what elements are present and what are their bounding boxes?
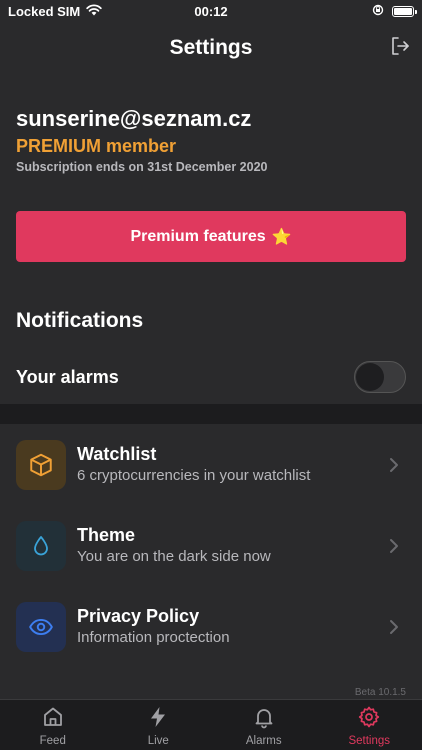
cube-icon xyxy=(16,439,66,490)
orientation-lock-icon xyxy=(372,4,384,19)
version-label: Beta 10.1.5 xyxy=(354,687,406,698)
status-right xyxy=(372,4,417,19)
settings-list: Watchlist 6 cryptocurrencies in your wat… xyxy=(0,424,422,667)
page-title: Settings xyxy=(169,36,253,59)
status-left: Locked SIM xyxy=(8,4,102,19)
list-item-subtitle: Information proctection xyxy=(77,628,230,646)
gear-icon xyxy=(357,705,381,732)
logout-button[interactable] xyxy=(388,36,412,60)
list-item-text: Privacy Policy Information proctection xyxy=(77,605,406,649)
chevron-right-icon xyxy=(388,619,400,635)
premium-features-button[interactable]: Premium features ⭐ xyxy=(16,211,406,262)
notifications-title: Notifications xyxy=(16,309,144,332)
list-item-text: Watchlist 6 cryptocurrencies in your wat… xyxy=(77,443,406,487)
tab-alarms[interactable]: Alarms xyxy=(211,700,317,750)
chevron-right-icon xyxy=(388,457,400,473)
list-item-theme[interactable]: Theme You are on the dark side now xyxy=(0,505,422,586)
chevron-right-icon xyxy=(388,538,400,554)
list-item-title: Privacy Policy xyxy=(77,605,200,626)
list-item-text: Theme You are on the dark side now xyxy=(77,524,406,568)
alarms-label: Your alarms xyxy=(16,366,119,387)
header: Settings xyxy=(0,26,422,70)
battery-icon xyxy=(392,5,417,17)
tab-label: Settings xyxy=(348,735,391,747)
account-email: sunserine@seznam.cz xyxy=(16,106,252,131)
alarms-toggle[interactable] xyxy=(354,361,406,393)
section-divider xyxy=(0,404,422,424)
list-item-title: Watchlist xyxy=(77,443,157,464)
carrier-label: Locked SIM xyxy=(8,3,81,19)
bell-icon xyxy=(252,705,276,732)
tab-label: Alarms xyxy=(245,735,282,747)
tab-label: Feed xyxy=(39,735,66,747)
list-item-watchlist[interactable]: Watchlist 6 cryptocurrencies in your wat… xyxy=(0,424,422,505)
tab-live[interactable]: Live xyxy=(106,700,212,750)
star-icon: ⭐ xyxy=(271,228,292,246)
list-item-subtitle: You are on the dark side now xyxy=(77,547,271,565)
tab-feed[interactable]: Feed xyxy=(0,700,106,750)
tab-label: Live xyxy=(147,735,169,747)
status-bar: Locked SIM 00:12 xyxy=(0,0,422,22)
subscription-info: Subscription ends on 31st December 2020 xyxy=(16,160,268,174)
tab-bar: Feed Live Alarms Settings xyxy=(0,699,422,750)
wifi-icon xyxy=(86,3,102,19)
home-icon xyxy=(41,705,65,732)
droplet-icon xyxy=(16,520,66,571)
list-item-title: Theme xyxy=(77,524,136,545)
list-item-subtitle: 6 cryptocurrencies in your watchlist xyxy=(77,466,311,484)
account-info: sunserine@seznam.cz PREMIUM member Subsc… xyxy=(16,104,406,176)
account-plan: PREMIUM member xyxy=(16,136,177,156)
premium-features-label: Premium features xyxy=(130,227,266,245)
tab-settings[interactable]: Settings xyxy=(317,700,422,750)
alarms-row: Your alarms xyxy=(16,359,406,395)
lightning-icon xyxy=(146,705,170,732)
eye-icon xyxy=(16,601,66,652)
list-item-privacy-policy[interactable]: Privacy Policy Information proctection xyxy=(0,586,422,667)
toggle-knob xyxy=(356,363,384,391)
logout-icon xyxy=(389,35,411,62)
